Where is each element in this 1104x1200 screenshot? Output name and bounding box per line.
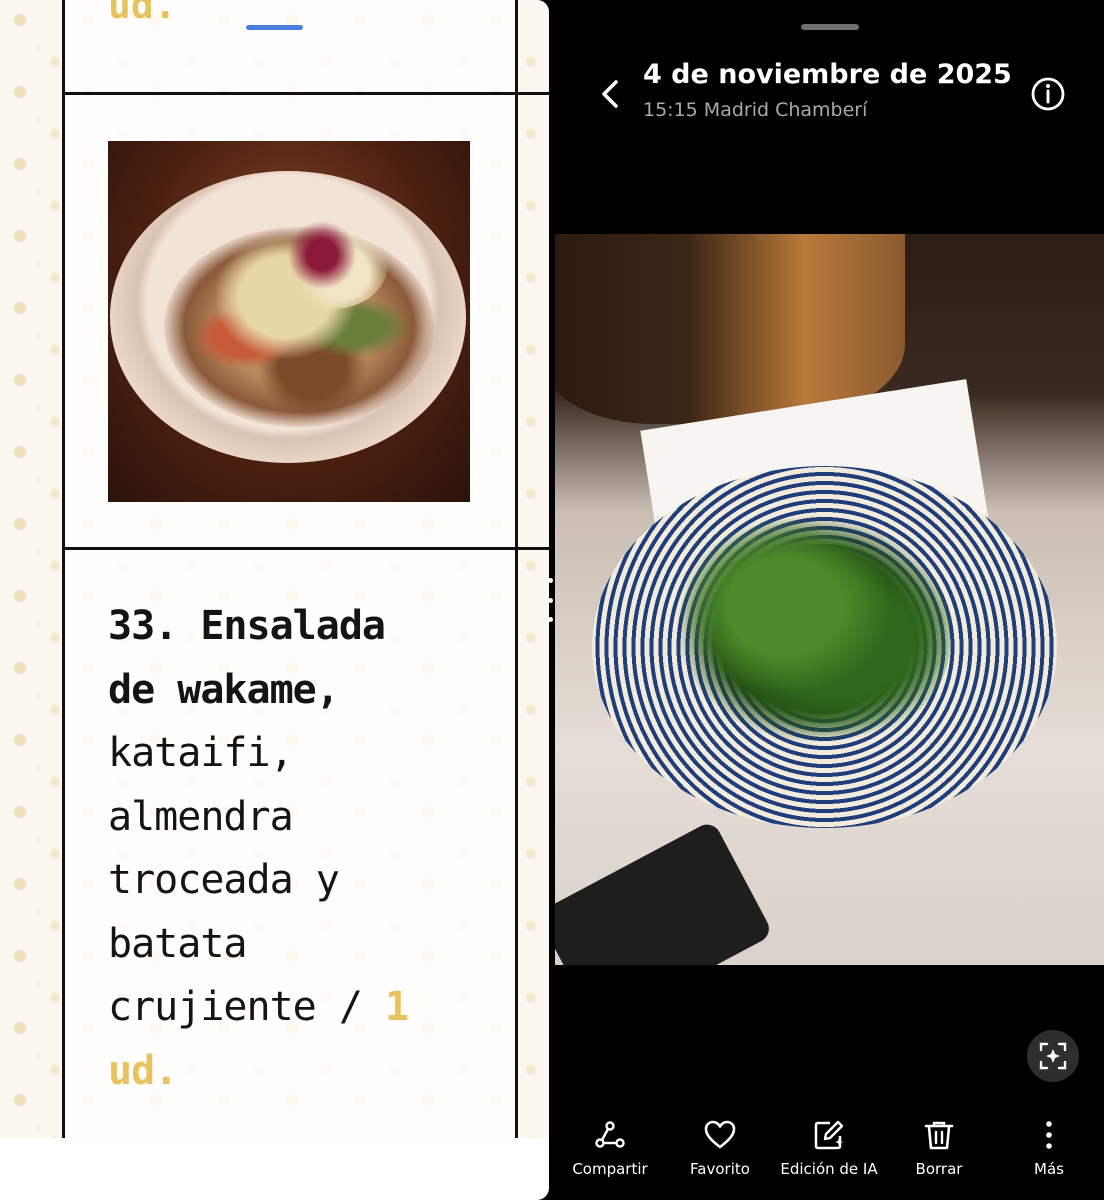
ai-edit-label: Edición de IA — [780, 1160, 878, 1178]
share-button[interactable]: Compartir — [555, 1118, 665, 1178]
share-icon — [593, 1118, 627, 1152]
window-drag-handle[interactable] — [801, 24, 859, 30]
previous-dish-price: ud. — [108, 0, 177, 27]
ai-select-button[interactable] — [1027, 1030, 1079, 1082]
table-border-right — [515, 0, 518, 1138]
sprouts-shape — [278, 219, 388, 309]
photo-time-location: 15:15 Madrid Chamberí — [643, 99, 868, 121]
heart-icon — [703, 1118, 737, 1152]
more-label: Más — [1034, 1160, 1064, 1178]
chevron-left-icon — [602, 80, 618, 108]
info-button[interactable] — [1030, 76, 1066, 112]
divider-dot — [547, 617, 553, 622]
more-vertical-icon — [1032, 1118, 1066, 1152]
person-shape — [555, 234, 905, 424]
delete-label: Borrar — [915, 1160, 963, 1178]
divider-dot — [547, 578, 553, 583]
dish-photo[interactable] — [108, 141, 470, 502]
favorite-button[interactable]: Favorito — [665, 1118, 775, 1178]
dish-description: 33. Ensalada de wakame, kataifi, almendr… — [108, 595, 453, 1103]
back-button[interactable] — [591, 74, 631, 114]
gallery-photo[interactable] — [555, 234, 1104, 965]
menu-background: ud. 33. Ensalada de wakame, kataifi, alm… — [0, 0, 549, 1138]
table-border-row — [62, 92, 549, 95]
photo-date: 4 de noviembre de 2025 — [643, 59, 1012, 90]
table-border-left — [62, 0, 65, 1138]
trash-icon — [922, 1118, 956, 1152]
delete-button[interactable]: Borrar — [884, 1118, 994, 1178]
table-border-row — [62, 547, 549, 550]
share-label: Compartir — [572, 1160, 648, 1178]
dish-number: 33. — [108, 603, 178, 649]
info-icon — [1031, 77, 1065, 111]
bottom-toolbar: Compartir Favorito Edición de IA Borrar … — [553, 1118, 1104, 1188]
more-button[interactable]: Más — [994, 1118, 1104, 1178]
dish-name-rest: kataifi, almendra troceada y batata cruj… — [108, 730, 363, 1030]
ai-edit-button[interactable]: Edición de IA — [774, 1118, 884, 1178]
scroll-indicator — [246, 25, 303, 30]
ai-select-icon — [1039, 1042, 1067, 1070]
menu-webpage-pane[interactable]: ud. 33. Ensalada de wakame, kataifi, alm… — [0, 0, 549, 1200]
favorite-label: Favorito — [690, 1160, 750, 1178]
phone-shape — [555, 819, 774, 965]
ai-edit-icon — [812, 1118, 846, 1152]
gallery-viewer-pane: 4 de noviembre de 2025 15:15 Madrid Cham… — [553, 0, 1104, 1200]
divider-dot — [547, 597, 553, 603]
